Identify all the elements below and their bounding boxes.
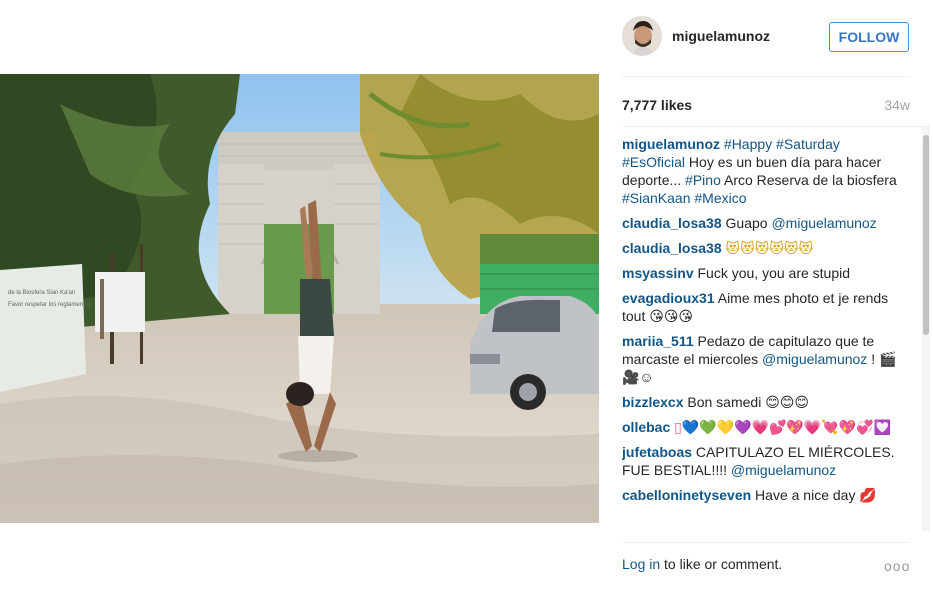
comments-list: miguelamunoz #Happy #Saturday #EsOficial… xyxy=(622,135,904,511)
post-age[interactable]: 34w xyxy=(872,97,910,113)
comment-user[interactable]: bizzlexcx xyxy=(622,394,683,410)
comment-text: ▯💙💚💛💜💗💕💖💗💘💖💞💟 xyxy=(670,419,892,435)
comment-item: jufetaboas CAPITULAZO EL MIÉRCOLES. FUE … xyxy=(622,443,904,479)
sign-text-2: Favor respetar los reglamentos xyxy=(8,302,91,308)
likes-count[interactable]: 7,777 likes xyxy=(622,97,692,113)
instagram-post: de la Biosfera Sian Ka'an Favor respetar… xyxy=(0,0,933,599)
comment-user[interactable]: cabelloninetyseven xyxy=(622,487,751,503)
avatar[interactable] xyxy=(622,16,662,56)
comment-text: Have a nice day 💋 xyxy=(751,487,877,503)
comment-item: claudia_losa38 Guapo @miguelamunoz xyxy=(622,214,904,232)
login-prompt-text: to like or comment. xyxy=(660,556,783,572)
divider xyxy=(622,76,910,77)
comment-user[interactable]: mariia_511 xyxy=(622,333,694,349)
sign-text-1: de la Biosfera Sian Ka'an xyxy=(8,290,75,296)
post-sidebar: miguelamunoz FOLLOW 7,777 likes 34w migu… xyxy=(622,0,933,599)
comment-user[interactable]: evagadioux31 xyxy=(622,290,715,306)
mention-link[interactable]: @miguelamunoz xyxy=(731,462,836,478)
comment-user[interactable]: jufetaboas xyxy=(622,444,692,460)
hashtag[interactable]: #SianKaan #Mexico xyxy=(622,190,747,206)
login-link[interactable]: Log in xyxy=(622,556,660,572)
username-link[interactable]: miguelamunoz xyxy=(672,28,770,44)
more-options-icon[interactable]: ooo xyxy=(884,558,910,574)
comment-item: evagadioux31 Aime mes photo et je rends … xyxy=(622,289,904,325)
comments-scrollbar[interactable] xyxy=(922,127,930,531)
comment-item: claudia_losa38 😻😻😻😻😻😻 xyxy=(622,239,904,257)
comment-user[interactable]: ollebac xyxy=(622,419,670,435)
scrollbar-thumb[interactable] xyxy=(923,135,929,335)
caption-text: Arco Reserva de la biosfera xyxy=(720,172,897,188)
comment-item: cabelloninetyseven Have a nice day 💋 xyxy=(622,486,904,504)
comment-prompt: Log in to like or comment. xyxy=(622,556,910,572)
comment-item: ollebac ▯💙💚💛💜💗💕💖💗💘💖💞💟 xyxy=(622,418,904,436)
follow-button[interactable]: FOLLOW xyxy=(829,22,909,52)
comment-user[interactable]: claudia_losa38 xyxy=(622,240,722,256)
mention-link[interactable]: @miguelamunoz xyxy=(762,351,867,367)
hashtag[interactable]: #Happy #Saturday xyxy=(724,136,840,152)
caption: miguelamunoz #Happy #Saturday #EsOficial… xyxy=(622,135,904,207)
mention-link[interactable]: @miguelamunoz xyxy=(771,215,876,231)
comment-text: 😻😻😻😻😻😻 xyxy=(721,240,814,256)
comment-item: mariia_511 Pedazo de capitulazo que te m… xyxy=(622,332,904,386)
comment-text: Bon samedi 😊😊😊 xyxy=(683,394,809,410)
comment-text: Guapo xyxy=(721,215,772,231)
profile-picture-icon xyxy=(623,17,661,55)
caption-user[interactable]: miguelamunoz xyxy=(622,136,720,152)
comment-text: Fuck you, you are stupid xyxy=(693,265,851,281)
hashtag[interactable]: #Pino xyxy=(685,172,721,188)
comment-user[interactable]: msyassinv xyxy=(622,265,694,281)
divider xyxy=(622,542,910,543)
post-header: miguelamunoz FOLLOW xyxy=(622,16,910,60)
comment-item: msyassinv Fuck you, you are stupid xyxy=(622,264,904,282)
handstand-photo-illustration: de la Biosfera Sian Ka'an Favor respetar… xyxy=(0,74,599,523)
comment-item: bizzlexcx Bon samedi 😊😊😊 xyxy=(622,393,904,411)
comment-user[interactable]: claudia_losa38 xyxy=(622,215,722,231)
hashtag[interactable]: #EsOficial xyxy=(622,154,685,170)
comments-section[interactable]: miguelamunoz #Happy #Saturday #EsOficial… xyxy=(622,126,930,531)
post-photo[interactable]: de la Biosfera Sian Ka'an Favor respetar… xyxy=(0,74,599,523)
